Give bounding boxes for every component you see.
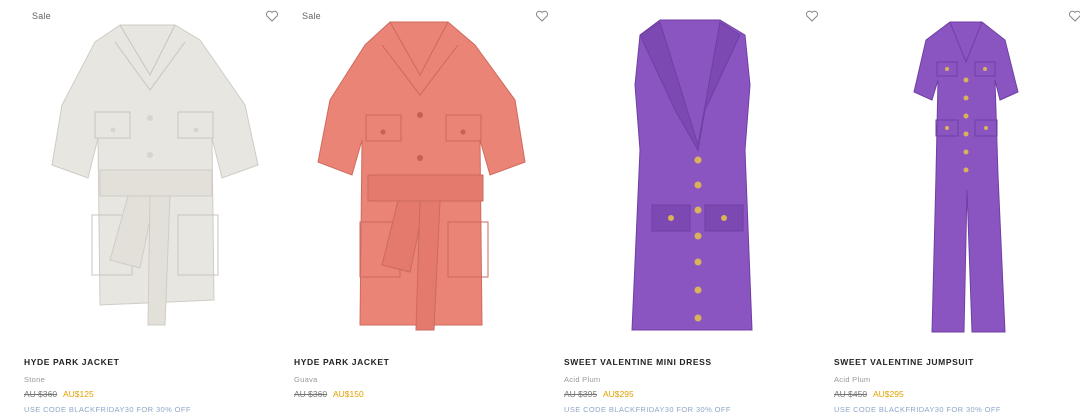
product-name[interactable]: HYDE PARK JACKET bbox=[24, 357, 119, 367]
product-image[interactable] bbox=[540, 0, 810, 345]
product-name[interactable]: SWEET VALENTINE MINI DRESS bbox=[564, 357, 712, 367]
promo-code-text: USE CODE BLACKFRIDAY30 FOR 30% OFF bbox=[834, 405, 1001, 414]
product-name[interactable]: SWEET VALENTINE JUMPSUIT bbox=[834, 357, 974, 367]
product-image[interactable] bbox=[810, 0, 1080, 345]
product-card[interactable]: SWEET VALENTINE JUMPSUIT Acid Plum AU $4… bbox=[810, 0, 1080, 420]
jacket-image bbox=[317, 21, 526, 331]
jumpsuit-image bbox=[913, 21, 1019, 333]
product-colour: Stone bbox=[24, 375, 46, 384]
price-row: AU $360 AU$125 bbox=[24, 389, 94, 399]
sale-badge: Sale bbox=[32, 11, 51, 21]
sale-price: AU$125 bbox=[63, 389, 94, 399]
price-row: AU $450 AU$295 bbox=[834, 389, 904, 399]
promo-code-text: USE CODE BLACKFRIDAY30 FOR 30% OFF bbox=[24, 405, 191, 414]
price-row: AU $395 AU$295 bbox=[564, 389, 634, 399]
product-grid: Sale HYDE PARK JACKET Stone AU $360 AU$1… bbox=[0, 0, 1080, 420]
product-card[interactable]: Sale HYDE PARK JACKET Stone AU $360 AU$1… bbox=[0, 0, 279, 420]
promo-code-text: USE CODE BLACKFRIDAY30 FOR 30% OFF bbox=[564, 405, 731, 414]
dress-image bbox=[631, 19, 753, 331]
sale-price: AU$150 bbox=[333, 389, 364, 399]
product-name[interactable]: HYDE PARK JACKET bbox=[294, 357, 389, 367]
product-colour: Acid Plum bbox=[564, 375, 601, 384]
original-price: AU $450 bbox=[834, 389, 868, 399]
product-card[interactable]: SWEET VALENTINE MINI DRESS Acid Plum AU … bbox=[540, 0, 819, 420]
original-price: AU $360 bbox=[294, 389, 328, 399]
price-row: AU $360 AU$150 bbox=[294, 389, 364, 399]
sale-price: AU$295 bbox=[873, 389, 904, 399]
original-price: AU $360 bbox=[24, 389, 58, 399]
jacket-image bbox=[51, 24, 259, 326]
product-colour: Guava bbox=[294, 375, 318, 384]
sale-badge: Sale bbox=[302, 11, 321, 21]
product-card[interactable]: Sale HYDE PARK JACKET Guava AU $360 AU$1… bbox=[270, 0, 549, 420]
product-image[interactable] bbox=[0, 0, 270, 345]
sale-price: AU$295 bbox=[603, 389, 634, 399]
original-price: AU $395 bbox=[564, 389, 598, 399]
product-colour: Acid Plum bbox=[834, 375, 871, 384]
heart-icon[interactable] bbox=[1068, 9, 1080, 23]
product-image[interactable] bbox=[270, 0, 540, 345]
